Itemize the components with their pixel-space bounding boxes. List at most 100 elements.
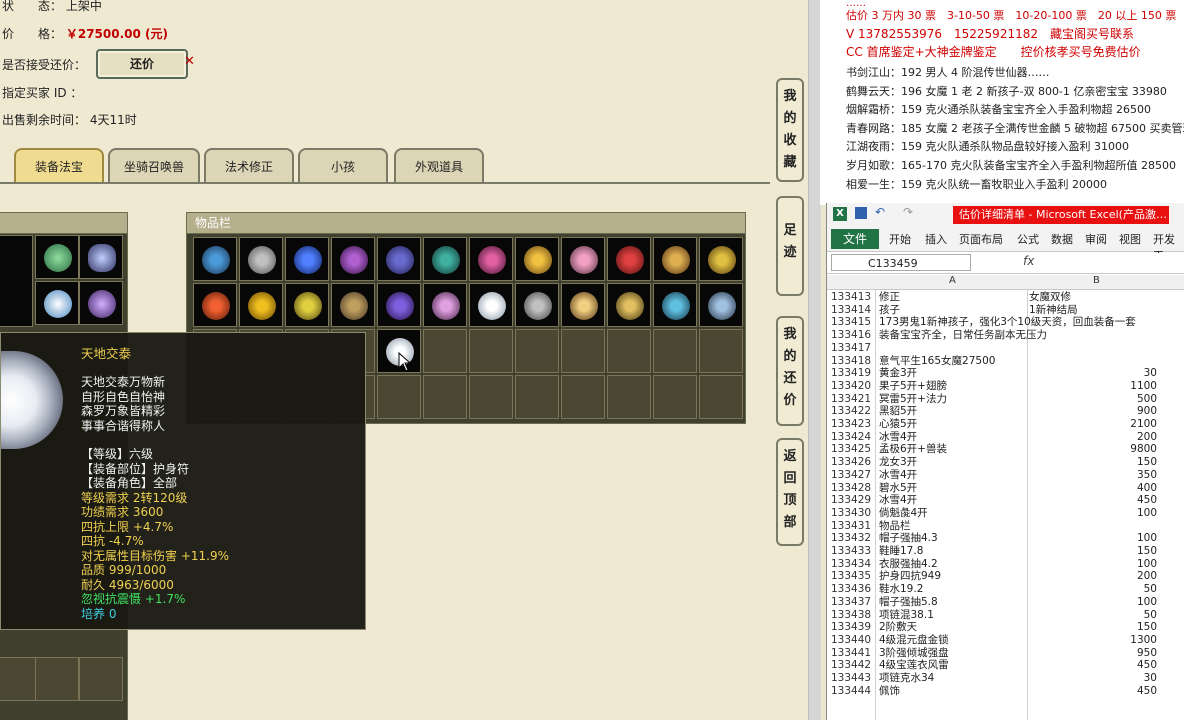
cell-a[interactable]: 鞋睡17.8 [879, 545, 1029, 558]
equip-slot[interactable] [35, 281, 79, 325]
sheet-row[interactable]: 133433 鞋睡17.8 150 [827, 545, 1184, 558]
inventory-slot[interactable] [377, 283, 421, 327]
cell-b[interactable]: 150 [1029, 456, 1157, 469]
sheet-row[interactable]: 133428 碧水5开 400 [827, 482, 1184, 495]
sheet-row[interactable]: 133420 果子5开+翅膀 1100 [827, 380, 1184, 393]
inventory-slot[interactable] [239, 237, 283, 281]
cell-a[interactable]: 冰雪4开 [879, 494, 1029, 507]
tab-child[interactable]: 小孩 [298, 148, 388, 184]
row-number[interactable]: 133423 [831, 418, 875, 431]
ribbon-tab-formulas[interactable]: 公式 [1017, 231, 1039, 247]
sheet-row[interactable]: 133444 佩饰 450 [827, 685, 1184, 698]
cell-b[interactable]: 100 [1029, 507, 1157, 520]
cell-b[interactable]: 1新神结局 [1029, 304, 1157, 317]
sheet-row[interactable]: 133431 物品栏 [827, 520, 1184, 533]
inventory-slot[interactable] [515, 283, 559, 327]
empty-slot[interactable] [699, 329, 743, 373]
inventory-slot[interactable] [285, 237, 329, 281]
inventory-slot[interactable] [239, 283, 283, 327]
cell-b[interactable]: 100 [1029, 596, 1157, 609]
cell-a[interactable]: 帽子强抽5.8 [879, 596, 1029, 609]
cell-b[interactable]: 150 [1029, 621, 1157, 634]
cell-a[interactable]: 鞋水19.2 [879, 583, 1029, 596]
cell-a[interactable]: 倘魁彘4开 [879, 507, 1029, 520]
row-number[interactable]: 133432 [831, 532, 875, 545]
empty-slot[interactable] [699, 375, 743, 419]
cell-b[interactable]: 450 [1029, 659, 1157, 672]
sheet-row[interactable]: 133441 3阶强倾城强盘 950 [827, 647, 1184, 660]
footprints-tab[interactable]: 足 迹 [776, 196, 804, 296]
column-header-b[interactable]: B [1093, 275, 1100, 286]
cell-b[interactable]: 900 [1029, 405, 1157, 418]
row-number[interactable]: 133419 [831, 367, 875, 380]
cell-b[interactable]: 400 [1029, 482, 1157, 495]
row-number[interactable]: 133421 [831, 393, 875, 406]
cell-a[interactable]: 3阶强倾城强盘 [879, 647, 1029, 660]
cell-b[interactable]: 350 [1029, 469, 1157, 482]
cell-b[interactable]: 100 [1029, 532, 1157, 545]
cell-b[interactable]: 100 [1029, 558, 1157, 571]
row-number[interactable]: 133416 [831, 329, 875, 342]
cell-b[interactable]: 女魔双修 [1029, 291, 1157, 304]
cell-a[interactable]: 帽子强抽4.3 [879, 532, 1029, 545]
sheet-row[interactable]: 133435 护身四抗949 200 [827, 570, 1184, 583]
close-icon[interactable]: ✕ [184, 54, 195, 69]
cell-a[interactable]: 孟极6开+兽装 [879, 443, 1029, 456]
row-number[interactable]: 133429 [831, 494, 875, 507]
inventory-slot[interactable] [331, 237, 375, 281]
cell-a[interactable]: 黑貂5开 [879, 405, 1029, 418]
equip-slot[interactable] [79, 281, 123, 325]
inventory-slot[interactable] [377, 237, 421, 281]
row-number[interactable]: 133441 [831, 647, 875, 660]
empty-slot[interactable] [423, 375, 467, 419]
inventory-slot[interactable] [423, 237, 467, 281]
empty-slot[interactable] [515, 329, 559, 373]
sheet-row[interactable]: 133419 黄金3开 30 [827, 367, 1184, 380]
cell-a[interactable]: 果子5开+翅膀 [879, 380, 1029, 393]
row-number[interactable]: 133431 [831, 520, 875, 533]
cell-b[interactable]: 1300 [1029, 634, 1157, 647]
cell-b[interactable]: 50 [1029, 583, 1157, 596]
sheet-row[interactable]: 133414 孩子 1新神结局 [827, 304, 1184, 317]
ribbon-tab-home[interactable]: 开始 [889, 231, 911, 247]
inventory-slot[interactable] [699, 237, 743, 281]
row-number[interactable]: 133437 [831, 596, 875, 609]
cell-b[interactable]: 950 [1029, 647, 1157, 660]
cell-a[interactable]: 项链混38.1 [879, 609, 1029, 622]
sheet-row[interactable]: 133438 项链混38.1 50 [827, 609, 1184, 622]
row-number[interactable]: 133417 [831, 342, 875, 355]
row-number[interactable]: 133426 [831, 456, 875, 469]
tab-equipment[interactable]: 装备法宝 [14, 148, 104, 184]
cell-b[interactable]: 150 [1029, 545, 1157, 558]
sheet-row[interactable]: 133426 龙女3开 150 [827, 456, 1184, 469]
sheet-row[interactable]: 133423 心猿5开 2100 [827, 418, 1184, 431]
cell-a[interactable]: 物品栏 [879, 520, 1179, 533]
cell-b[interactable]: 30 [1029, 367, 1157, 380]
undo-icon[interactable]: ↶ [875, 205, 885, 219]
sheet-row[interactable]: 133424 冰雪4开 200 [827, 431, 1184, 444]
empty-slot[interactable] [561, 329, 605, 373]
sheet-row[interactable]: 133416 装备宝宝齐全，日常任务副本无压力 [827, 329, 1184, 342]
empty-slot[interactable] [469, 375, 513, 419]
my-counter-offers-tab[interactable]: 我 的 还 价 [776, 316, 804, 426]
row-number[interactable]: 133442 [831, 659, 875, 672]
row-number[interactable]: 133444 [831, 685, 875, 698]
back-to-top-tab[interactable]: 返 回 顶 部 [776, 438, 804, 546]
my-favorites-tab[interactable]: 我 的 收 藏 [776, 78, 804, 182]
cell-a[interactable]: 龙女3开 [879, 456, 1029, 469]
ribbon-tab-review[interactable]: 审阅 [1085, 231, 1107, 247]
sheet-row[interactable]: 133436 鞋水19.2 50 [827, 583, 1184, 596]
tab-appearance[interactable]: 外观道具 [394, 148, 484, 184]
empty-slot[interactable] [469, 329, 513, 373]
sheet-row[interactable]: 133442 4级宝莲衣风雷 450 [827, 659, 1184, 672]
ribbon-tab-page-layout[interactable]: 页面布局 [959, 231, 1003, 247]
sheet-row[interactable]: 133432 帽子强抽4.3 100 [827, 532, 1184, 545]
cell-a[interactable]: 护身四抗949 [879, 570, 1029, 583]
sheet-row[interactable]: 133429 冰雪4开 450 [827, 494, 1184, 507]
ribbon-tab-insert[interactable]: 插入 [925, 231, 947, 247]
cell-a[interactable]: 2阶敷天 [879, 621, 1029, 634]
sheet-row[interactable]: 133434 衣服强抽4.2 100 [827, 558, 1184, 571]
cell-a[interactable]: 项链克水34 [879, 672, 1029, 685]
ribbon-tab-data[interactable]: 数据 [1051, 231, 1073, 247]
row-number[interactable]: 133424 [831, 431, 875, 444]
